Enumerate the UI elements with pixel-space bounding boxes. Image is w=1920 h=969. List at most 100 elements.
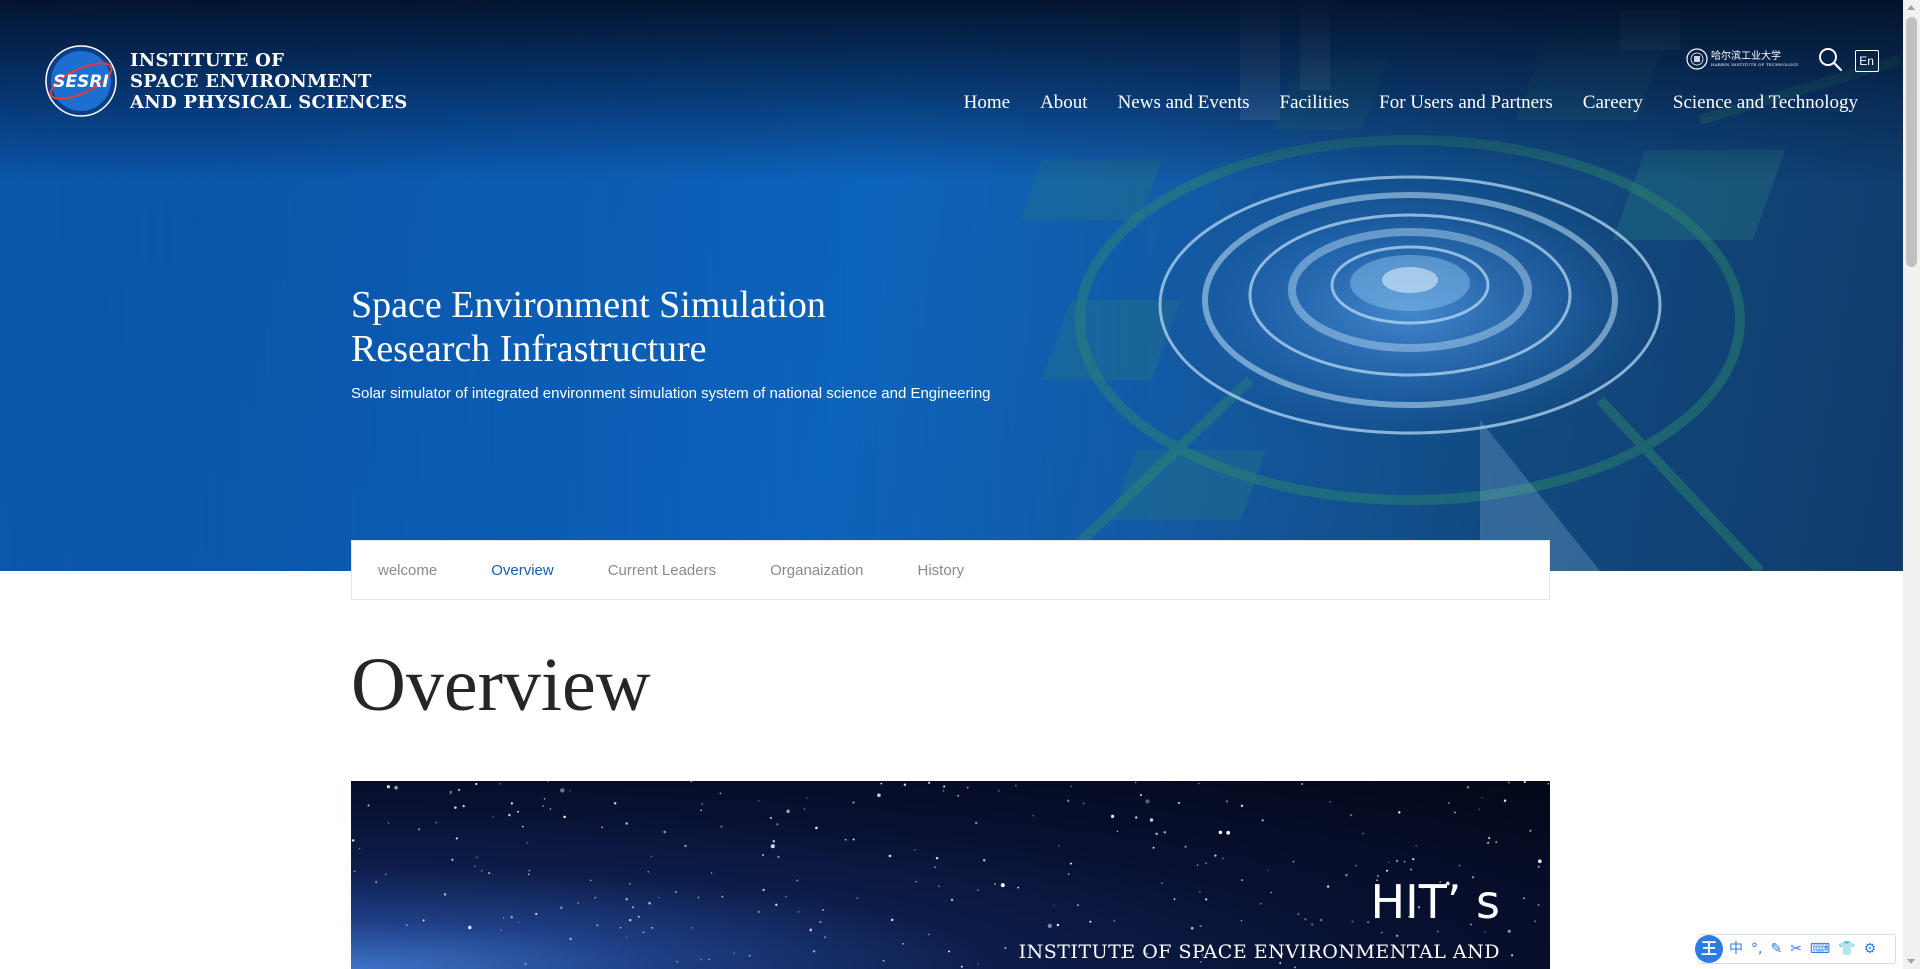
star xyxy=(449,790,453,794)
ime-handwriting-icon[interactable]: ✎ xyxy=(1770,934,1782,964)
ime-scissors-icon[interactable]: ✂ xyxy=(1790,934,1802,964)
star xyxy=(772,840,776,843)
star xyxy=(1386,869,1388,872)
star xyxy=(569,937,572,940)
star xyxy=(1381,932,1383,934)
star xyxy=(1205,862,1207,864)
star xyxy=(1410,868,1413,871)
star xyxy=(902,942,905,945)
star xyxy=(1111,814,1115,818)
scrollbar-thumb[interactable] xyxy=(1906,17,1917,267)
star xyxy=(449,793,452,795)
hit-university-logo[interactable]: 哈尔滨工业大学 HARBIN INSTITUTE OF TECHNOLOGY xyxy=(1686,48,1799,70)
tab-welcome[interactable]: welcome xyxy=(378,562,437,579)
star xyxy=(1113,919,1116,922)
star xyxy=(1484,931,1486,933)
star xyxy=(462,804,465,808)
star xyxy=(1000,883,1005,888)
star xyxy=(927,781,931,784)
nav-facilities[interactable]: Facilities xyxy=(1280,92,1350,114)
star xyxy=(1082,802,1085,805)
star xyxy=(535,912,538,915)
star xyxy=(700,809,702,812)
star xyxy=(1292,860,1295,863)
tab-organaization[interactable]: Organaization xyxy=(770,562,863,579)
star xyxy=(1067,799,1070,802)
star xyxy=(776,823,779,826)
ime-punctuation-icon[interactable]: °, xyxy=(1751,934,1762,964)
star xyxy=(1198,782,1200,785)
star xyxy=(517,921,520,923)
star xyxy=(1537,903,1540,906)
search-icon[interactable] xyxy=(1817,46,1843,72)
star xyxy=(547,781,549,782)
hit-name-text: 哈尔滨工业大学 HARBIN INSTITUTE OF TECHNOLOGY xyxy=(1711,51,1799,67)
star xyxy=(455,837,458,840)
nav-home[interactable]: Home xyxy=(964,92,1010,114)
star xyxy=(950,898,954,902)
star xyxy=(786,809,790,814)
star xyxy=(1199,890,1201,893)
star xyxy=(1226,830,1231,835)
site-logo[interactable]: SESRI INSTITUTE OF SPACE ENVIRONMENT AND… xyxy=(44,44,408,118)
star xyxy=(1077,904,1079,906)
star xyxy=(812,950,816,953)
ime-skin-icon[interactable]: 👕 xyxy=(1838,934,1855,964)
star xyxy=(527,873,530,876)
star xyxy=(1481,797,1483,799)
nav-science-and-technology[interactable]: Science and Technology xyxy=(1673,92,1858,114)
star xyxy=(852,838,855,841)
nav-about[interactable]: About xyxy=(1040,92,1088,114)
star xyxy=(1135,816,1138,819)
scroll-up-arrow-icon[interactable] xyxy=(1907,5,1915,10)
banner-hit-title: HIT’ s xyxy=(1370,875,1500,929)
star xyxy=(1205,898,1208,901)
star xyxy=(375,880,378,884)
tab-history[interactable]: History xyxy=(918,562,965,579)
star xyxy=(1503,799,1507,802)
ime-logo-icon[interactable]: 王 xyxy=(1695,935,1723,963)
scroll-down-arrow-icon[interactable] xyxy=(1907,959,1915,964)
star xyxy=(406,924,408,926)
nav-careery[interactable]: Careery xyxy=(1583,92,1643,114)
star xyxy=(796,879,799,882)
star xyxy=(1053,904,1055,906)
hero-title: Space Environment Simulation Research In… xyxy=(351,283,826,371)
ime-keyboard-icon[interactable]: ⌨ xyxy=(1810,934,1830,964)
star xyxy=(942,789,945,792)
star xyxy=(651,926,654,929)
star xyxy=(560,906,563,909)
star xyxy=(394,785,398,790)
star xyxy=(770,844,775,849)
nav-news-and-events[interactable]: News and Events xyxy=(1118,92,1250,114)
star xyxy=(1270,891,1272,894)
language-switch-icon[interactable]: En xyxy=(1854,50,1879,72)
star xyxy=(468,925,472,930)
star xyxy=(1388,861,1390,863)
ime-chinese-mode[interactable]: 中 xyxy=(1729,934,1743,964)
ime-settings-icon[interactable]: ⚙ xyxy=(1864,934,1877,964)
hero-title-line: Space Environment Simulation xyxy=(351,284,826,326)
star xyxy=(856,897,859,899)
star xyxy=(1214,854,1217,857)
star xyxy=(1218,830,1223,835)
star xyxy=(628,918,632,922)
star xyxy=(596,924,599,927)
banner-institute-text: INSTITUTE OF SPACE ENVIRONMENTAL AND xyxy=(1018,941,1500,963)
nav-for-users-and-partners[interactable]: For Users and Partners xyxy=(1379,92,1553,114)
hero-title-line: Research Infrastructure xyxy=(351,328,707,370)
star xyxy=(1366,920,1370,924)
star xyxy=(1149,818,1154,822)
star xyxy=(510,802,514,805)
star xyxy=(629,883,631,885)
tab-current-leaders[interactable]: Current Leaders xyxy=(608,562,716,579)
star xyxy=(915,881,917,883)
star xyxy=(1163,831,1166,834)
tab-overview[interactable]: Overview xyxy=(491,562,554,579)
star xyxy=(542,805,545,808)
star xyxy=(1447,801,1450,805)
page: SESRI INSTITUTE OF SPACE ENVIRONMENT AND… xyxy=(0,0,1920,969)
star xyxy=(488,872,491,875)
page-scrollbar[interactable] xyxy=(1903,0,1920,969)
star xyxy=(1240,804,1244,807)
